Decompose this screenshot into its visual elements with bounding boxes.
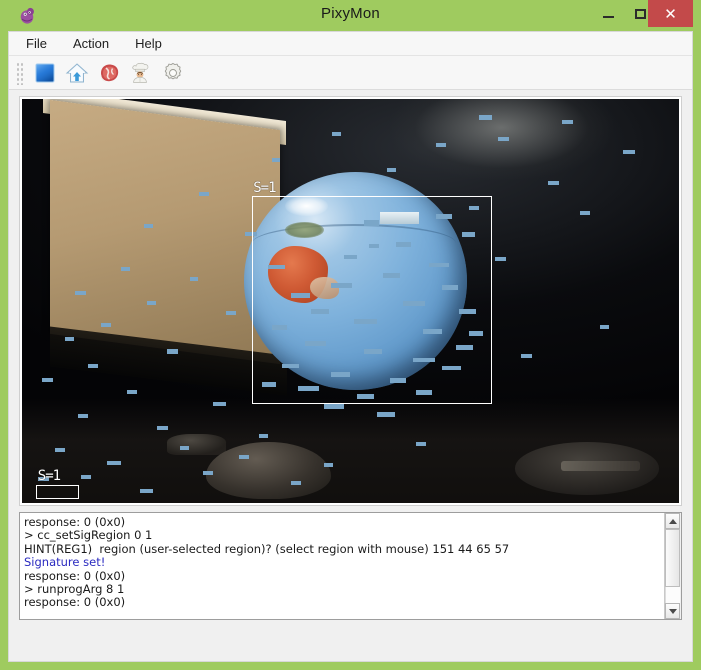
detection-blob: [87, 363, 98, 368]
console-output[interactable]: response: 0 (0x0) > cc_setSigRegion 0 1 HI…: [20, 513, 664, 619]
detection-blob: [120, 266, 131, 271]
detection-blob: [562, 120, 574, 125]
detection-blob: [143, 224, 153, 229]
detection-blob: [199, 191, 209, 196]
default-program-button[interactable]: [61, 58, 93, 88]
console-panel[interactable]: response: 0 (0x0) > cc_setSigRegion 0 1 HI…: [19, 512, 682, 620]
video-feed[interactable]: S=1 S=1: [22, 99, 679, 503]
signature-label-main: S=1: [253, 179, 276, 196]
detection-blob: [547, 180, 559, 185]
detection-blob: [54, 448, 65, 453]
raw-meat-icon: [100, 64, 119, 82]
detection-blob: [179, 446, 189, 451]
raw-video-button[interactable]: [93, 58, 125, 88]
console-line: Signature set!: [24, 555, 106, 570]
detection-blob: [478, 115, 492, 120]
detection-blob: [140, 488, 153, 493]
video-panel[interactable]: S=1 S=1: [19, 96, 682, 506]
detection-blob: [77, 414, 89, 419]
detection-blob: [498, 136, 509, 141]
detection-blob: [74, 290, 86, 295]
scroll-up-icon[interactable]: [665, 513, 680, 529]
pixymon-window: PixyMon ✕ File Action Help S=1 S=1 respo…: [0, 0, 701, 670]
menu-bar: File Action Help: [9, 32, 692, 56]
detection-blob: [580, 211, 591, 216]
detection-blob: [324, 462, 333, 467]
menu-file[interactable]: File: [23, 34, 50, 53]
console-line: response: 0 (0x0): [24, 515, 126, 529]
detection-blob: [258, 434, 268, 439]
detection-blob: [100, 323, 112, 328]
menu-action[interactable]: Action: [70, 34, 112, 53]
detection-blob: [225, 311, 236, 316]
detection-blob: [127, 389, 137, 394]
stop-button[interactable]: [29, 58, 61, 88]
detection-blob: [202, 470, 214, 475]
detection-blob: [64, 337, 74, 342]
console-line: > runprogArg 8 1: [24, 582, 125, 597]
configure-button[interactable]: [157, 58, 189, 88]
detection-blob: [416, 442, 427, 447]
scrollbar-track[interactable]: [665, 587, 680, 603]
close-button[interactable]: ✕: [648, 0, 693, 27]
scroll-down-icon[interactable]: [665, 603, 680, 619]
menu-help[interactable]: Help: [132, 34, 165, 53]
tracking-box-small: [36, 484, 80, 500]
toolbar: [9, 56, 692, 90]
detection-blob: [521, 353, 532, 358]
detection-blob: [291, 480, 301, 485]
scrollbar-thumb[interactable]: [665, 529, 680, 587]
home-icon: [65, 62, 89, 82]
console-line: response: 0 (0x0): [24, 595, 126, 610]
tracking-box-main: [251, 195, 492, 404]
cooked-video-button[interactable]: [125, 58, 157, 88]
detection-blob: [600, 325, 610, 330]
detection-blob: [107, 460, 121, 465]
detection-blob: [156, 426, 169, 431]
detection-blob: [332, 131, 342, 136]
client-area: File Action Help S=1 S=1 response: 0 (0x…: [8, 31, 693, 662]
detection-blob: [41, 377, 53, 382]
detection-blob: [212, 402, 227, 407]
gear-icon: [164, 62, 182, 79]
blue-square-icon: [35, 63, 55, 82]
detection-blob: [238, 454, 249, 459]
console-line: HINT(REG1) region (user-selected region)…: [24, 541, 510, 556]
detection-blob: [271, 157, 281, 162]
detection-blob: [81, 474, 91, 479]
detection-blob: [146, 301, 157, 306]
detection-blob: [623, 149, 635, 154]
detection-blob: [324, 404, 344, 409]
toolbar-drag-handle[interactable]: [15, 60, 25, 85]
chef-icon: [132, 62, 149, 83]
console-line: response: 0 (0x0): [24, 568, 126, 583]
detection-blob: [495, 256, 506, 261]
console-line: > cc_setSigRegion 0 1: [24, 528, 153, 543]
detection-blob: [435, 143, 446, 148]
title-bar[interactable]: PixyMon ✕: [0, 0, 701, 31]
detection-blob: [166, 349, 179, 354]
console-scrollbar[interactable]: [664, 513, 681, 619]
detection-blob: [386, 167, 397, 172]
signature-label-small: S=1: [37, 467, 61, 484]
detection-blob: [376, 412, 396, 417]
detection-blob: [189, 276, 199, 281]
